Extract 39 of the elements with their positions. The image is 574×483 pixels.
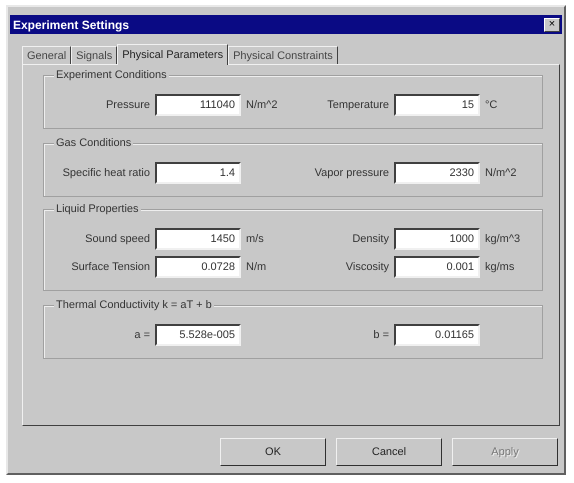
field-label: a =: [133, 329, 150, 341]
group-title: Liquid Properties: [54, 203, 141, 215]
window-title: Experiment Settings: [13, 18, 130, 32]
input-field[interactable]: 0.0728: [155, 256, 241, 278]
tab[interactable]: Signals: [71, 46, 118, 64]
field-label: Specific heat ratio: [62, 167, 150, 179]
field-label: Viscosity: [344, 261, 389, 273]
group-title: Thermal Conductivity k = aT + b: [54, 299, 214, 311]
field-label: Vapor pressure: [314, 167, 389, 179]
tab[interactable]: Physical Constraints: [228, 46, 338, 64]
close-button[interactable]: ×: [544, 18, 560, 32]
field-label: Temperature: [326, 99, 389, 111]
field-label: b =: [372, 329, 389, 341]
input-field[interactable]: 111040: [155, 94, 241, 116]
unit-label: N/m^2: [485, 167, 516, 179]
input-field[interactable]: 1.4: [155, 162, 241, 184]
input-field[interactable]: 0.01165: [394, 324, 480, 346]
unit-label: m/s: [246, 233, 264, 245]
dialog-button[interactable]: Cancel: [336, 438, 442, 466]
group-title: Gas Conditions: [54, 137, 134, 149]
unit-label: N/m^2: [246, 99, 278, 111]
input-field[interactable]: 1000: [394, 228, 480, 250]
field-label: Density: [351, 233, 389, 245]
field-label: Pressure: [104, 99, 150, 111]
input-field[interactable]: 0.001: [394, 256, 480, 278]
field-label: Surface Tension: [70, 261, 150, 273]
tab[interactable]: Physical Parameters: [117, 44, 228, 65]
input-field[interactable]: 2330: [394, 162, 480, 184]
input-field[interactable]: 1450: [155, 228, 241, 250]
dialog-button[interactable]: OK: [220, 438, 326, 466]
input-field[interactable]: 15: [394, 94, 480, 116]
unit-label: kg/ms: [485, 261, 514, 273]
unit-label: N/m: [246, 261, 266, 273]
tab[interactable]: General: [22, 46, 72, 64]
unit-label: °C: [485, 99, 498, 111]
input-field[interactable]: 5.528e-005: [155, 324, 241, 346]
unit-label: kg/m^3: [485, 233, 520, 245]
field-label: Sound speed: [84, 233, 150, 245]
group-title: Experiment Conditions: [54, 69, 169, 81]
